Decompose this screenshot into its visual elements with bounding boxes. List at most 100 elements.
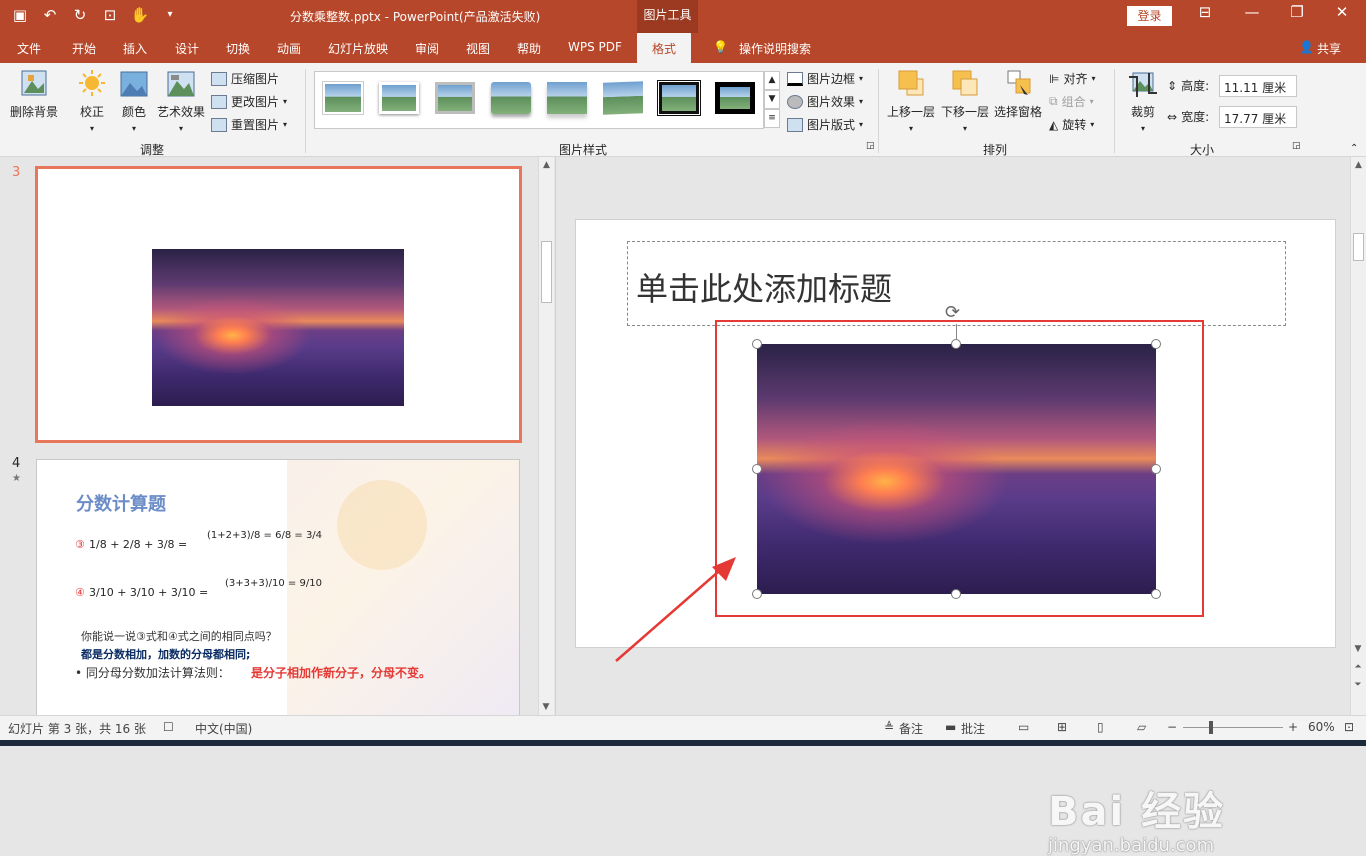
picture-layout-button[interactable]: 图片版式 ▾ <box>787 116 863 133</box>
language-indicator[interactable]: 中文(中国) <box>195 720 252 737</box>
save-icon[interactable]: ▣ <box>10 5 30 25</box>
picture-style-6[interactable] <box>603 81 643 115</box>
tab-help[interactable]: 帮助 <box>517 40 541 57</box>
resize-handle-top[interactable] <box>951 339 961 349</box>
spellcheck-icon[interactable]: ☐ <box>163 720 174 734</box>
restore-icon[interactable]: ❐ <box>1277 3 1317 21</box>
fit-slide-icon[interactable]: ⊡ <box>1344 720 1354 734</box>
undo-icon[interactable]: ↶ <box>40 5 60 25</box>
ribbon-display-options-icon[interactable]: ⊟ <box>1185 3 1225 21</box>
color-button[interactable]: 颜色 ▾ <box>116 69 152 134</box>
align-button[interactable]: ⊫ 对齐 ▾ <box>1049 70 1095 87</box>
resize-handle-top-left[interactable] <box>752 339 762 349</box>
scroll-thumb[interactable] <box>541 241 552 303</box>
resize-handle-bottom-left[interactable] <box>752 589 762 599</box>
editor-scroll-thumb[interactable] <box>1353 233 1364 261</box>
sun-icon <box>79 70 105 96</box>
minimize-icon[interactable]: — <box>1232 3 1272 21</box>
group-button[interactable]: ⧉ 组合 ▾ <box>1049 93 1094 110</box>
comments-icon[interactable]: ▬ <box>945 720 956 734</box>
thumbnail-scrollbar[interactable]: ▲ ▼ <box>538 157 554 715</box>
close-icon[interactable]: ✕ <box>1322 3 1362 21</box>
picture-style-3[interactable] <box>435 82 475 114</box>
share-button[interactable]: 共享 <box>1317 40 1341 57</box>
height-input[interactable]: 11.11 厘米 <box>1219 75 1297 97</box>
bring-forward-button[interactable]: 上移一层 ▾ <box>886 69 936 134</box>
slide-thumbnail-4[interactable]: 分数计算题 ③ 1/8 + 2/8 + 3/8 = (1+2+3)/8 = 6/… <box>36 459 520 719</box>
slideshow-icon[interactable]: ▱ <box>1137 720 1146 734</box>
picture-style-5[interactable] <box>547 82 587 114</box>
tell-me-search[interactable]: 操作说明搜索 <box>739 40 811 57</box>
crop-button[interactable]: 裁剪 ▾ <box>1124 69 1162 134</box>
tab-review[interactable]: 审阅 <box>415 40 439 57</box>
editor-scrollbar[interactable]: ▲ ▼ ⏶ ⏷ <box>1350 157 1366 715</box>
scroll-down-icon[interactable]: ▼ <box>539 699 553 715</box>
scroll-up-icon[interactable]: ▲ <box>539 157 554 173</box>
picture-style-4[interactable] <box>491 82 531 114</box>
tab-wps-pdf[interactable]: WPS PDF <box>568 40 622 54</box>
zoom-in-icon[interactable]: + <box>1288 720 1298 734</box>
slide-sorter-icon[interactable]: ⊞ <box>1057 720 1067 734</box>
resize-handle-bottom[interactable] <box>951 589 961 599</box>
picture-border-button[interactable]: 图片边框 ▾ <box>787 70 863 87</box>
width-input[interactable]: 17.77 厘米 <box>1219 106 1297 128</box>
notes-icon[interactable]: ≜ <box>884 720 894 734</box>
styles-dialog-launcher-icon[interactable]: ◲ <box>866 141 875 151</box>
size-dialog-launcher-icon[interactable]: ◲ <box>1292 141 1301 151</box>
gallery-up-icon[interactable]: ▲ <box>764 71 780 90</box>
tab-view[interactable]: 视图 <box>466 40 490 57</box>
share-icon[interactable]: 👤 <box>1299 40 1314 54</box>
tab-design[interactable]: 设计 <box>175 40 199 57</box>
redo-icon[interactable]: ↻ <box>70 5 90 25</box>
tab-insert[interactable]: 插入 <box>123 40 147 57</box>
editor-scroll-up-icon[interactable]: ▲ <box>1351 157 1366 173</box>
present-icon[interactable]: ⊡ <box>100 5 120 25</box>
notes-button[interactable]: 备注 <box>899 720 923 737</box>
tab-home[interactable]: 开始 <box>72 40 96 57</box>
compress-pictures-button[interactable]: 压缩图片 <box>211 70 279 87</box>
rotate-button[interactable]: ◭ 旋转 ▾ <box>1049 116 1094 133</box>
picture-style-1[interactable] <box>323 82 363 114</box>
zoom-slider[interactable] <box>1183 727 1283 728</box>
picture-effects-button[interactable]: 图片效果 ▾ <box>787 93 863 110</box>
corrections-button[interactable]: 校正 ▾ <box>74 69 110 134</box>
artistic-effects-button[interactable]: 艺术效果 ▾ <box>155 69 207 134</box>
zoom-out-icon[interactable]: − <box>1167 720 1177 734</box>
gallery-more-icon[interactable]: ≡ <box>764 109 780 128</box>
editor-scroll-down-icon[interactable]: ▼ <box>1351 641 1365 657</box>
picture-style-7[interactable] <box>657 80 701 116</box>
remove-background-button[interactable]: 删除背景 <box>8 69 60 120</box>
reset-picture-button[interactable]: 重置图片 ▾ <box>211 116 287 133</box>
resize-handle-top-right[interactable] <box>1151 339 1161 349</box>
collapse-ribbon-icon[interactable]: ⌃ <box>1350 143 1358 154</box>
tab-format[interactable]: 格式 <box>637 33 692 63</box>
next-slide-icon[interactable]: ⏷ <box>1351 677 1365 693</box>
tab-slideshow[interactable]: 幻灯片放映 <box>328 40 388 57</box>
picture-style-8[interactable] <box>715 82 755 114</box>
resize-handle-right[interactable] <box>1151 464 1161 474</box>
selected-picture[interactable] <box>757 344 1156 594</box>
gallery-down-icon[interactable]: ▼ <box>764 90 780 109</box>
tab-file[interactable]: 文件 <box>17 40 41 57</box>
send-backward-button[interactable]: 下移一层 ▾ <box>940 69 990 134</box>
arrange-group-label: 排列 <box>983 143 1008 157</box>
zoom-level[interactable]: 60% <box>1308 720 1335 734</box>
change-picture-button[interactable]: 更改图片 ▾ <box>211 93 287 110</box>
comments-button[interactable]: 批注 <box>961 720 985 737</box>
tab-animations[interactable]: 动画 <box>277 40 301 57</box>
rotate-icon: ◭ <box>1049 117 1059 132</box>
picture-style-2[interactable] <box>379 82 419 114</box>
selection-pane-button[interactable]: 选择窗格 <box>993 69 1043 120</box>
tab-transitions[interactable]: 切换 <box>226 40 250 57</box>
zoom-slider-thumb[interactable] <box>1209 721 1213 734</box>
touch-mode-icon[interactable]: ✋ <box>130 5 150 25</box>
normal-view-icon[interactable]: ▭ <box>1018 720 1029 734</box>
resize-handle-left[interactable] <box>752 464 762 474</box>
slide-thumbnail-3[interactable] <box>35 166 522 443</box>
resize-handle-bottom-right[interactable] <box>1151 589 1161 599</box>
customize-qat-icon[interactable]: ▾ <box>160 5 180 25</box>
reading-view-icon[interactable]: ▯ <box>1097 720 1104 734</box>
previous-slide-icon[interactable]: ⏶ <box>1351 659 1365 675</box>
rotate-handle-icon[interactable]: ⟳ <box>945 302 960 323</box>
login-button[interactable]: 登录 <box>1127 6 1172 26</box>
